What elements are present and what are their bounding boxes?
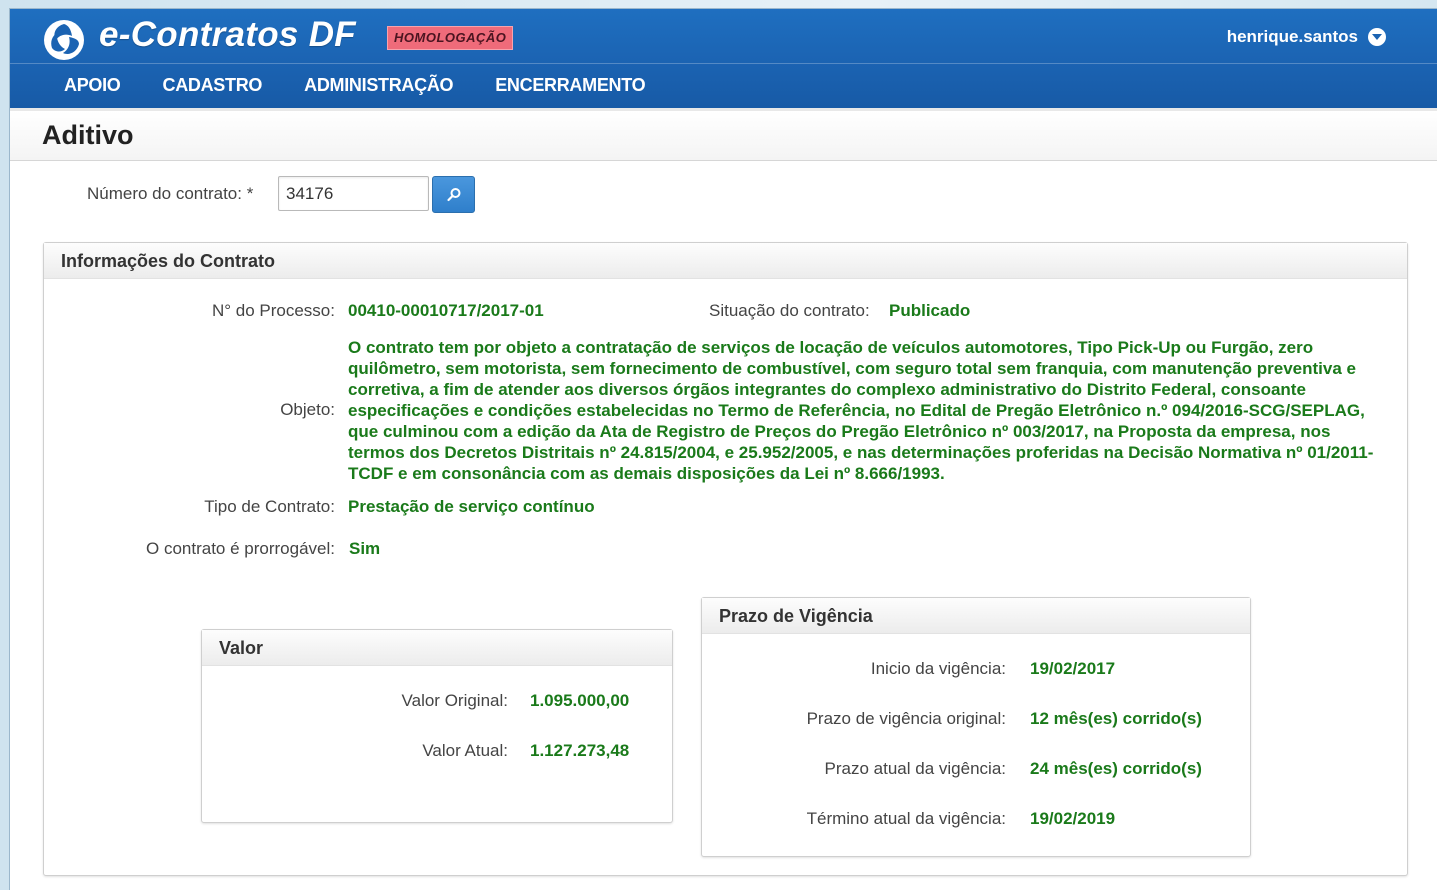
nav-item-administracao[interactable]: ADMINISTRAÇÃO: [283, 72, 474, 98]
chevron-down-circle-icon[interactable]: [1368, 28, 1386, 46]
header-divider: [10, 63, 1437, 64]
prazo-atual-value: 24 mês(es) corrido(s): [1030, 759, 1202, 778]
prazo-original-label: Prazo de vigência original:: [806, 709, 1006, 728]
prazo-atual-label: Prazo atual da vigência:: [824, 759, 1006, 778]
valor-atual-label: Valor Atual:: [422, 741, 508, 760]
termino-vigencia-value: 19/02/2019: [1030, 809, 1116, 828]
nav-item-apoio[interactable]: APOIO: [43, 72, 142, 98]
situacao-value: Publicado: [889, 301, 971, 320]
prazo-vigencia-panel: Prazo de Vigência Inicio da vigência: 19…: [701, 597, 1251, 857]
nav-item-cadastro[interactable]: CADASTRO: [142, 72, 284, 98]
valor-original-value: 1.095.000,00: [530, 691, 630, 710]
prorrogavel-label: O contrato é prorrogável:: [146, 539, 335, 558]
app-header: e-Contratos DF HOMOLOGAÇÃO henrique.sant…: [10, 9, 1437, 108]
nav-item-encerramento[interactable]: ENCERRAMENTO: [474, 72, 666, 98]
termino-vigencia-label: Término atual da vigência:: [806, 809, 1006, 828]
environment-badge: HOMOLOGAÇÃO: [387, 26, 514, 50]
page-title-bar: Aditivo: [10, 108, 1437, 161]
page-title: Aditivo: [42, 120, 134, 150]
processo-value: 00410-00010717/2017-01: [348, 301, 544, 320]
inicio-vigencia-label: Inicio da vigência:: [870, 659, 1006, 678]
tipo-contrato-value: Prestação de serviço contínuo: [348, 497, 595, 516]
processo-label: N° do Processo:: [211, 301, 335, 320]
valor-atual-value: 1.127.273,48: [530, 741, 630, 760]
contract-number-label: Número do contrato: *: [87, 184, 254, 203]
user-name[interactable]: henrique.santos: [1227, 27, 1358, 47]
situacao-label: Situação do contrato:: [709, 301, 870, 320]
main-nav: APOIO CADASTRO ADMINISTRAÇÃO ENCERRAMENT…: [43, 72, 666, 98]
tipo-contrato-label: Tipo de Contrato:: [204, 497, 335, 516]
prazo-vigencia-panel-title: Prazo de Vigência: [702, 598, 1250, 634]
contract-info-panel-title: Informações do Contrato: [44, 243, 1407, 279]
app-title[interactable]: e-Contratos DF: [99, 15, 356, 55]
inicio-vigencia-value: 19/02/2017: [1030, 659, 1116, 678]
prorrogavel-value: Sim: [349, 539, 381, 558]
search-button[interactable]: [432, 176, 475, 213]
valor-panel: Valor Valor Original: 1.095.000,00 Valor…: [201, 629, 673, 823]
objeto-value: O contrato tem por objeto a contratação …: [348, 338, 1374, 483]
valor-original-label: Valor Original:: [401, 691, 508, 710]
contract-info-panel: Informações do Contrato N° do Processo: …: [43, 242, 1408, 876]
e-contratos-logo-icon[interactable]: [42, 18, 86, 62]
objeto-label: Objeto:: [280, 400, 335, 419]
user-menu[interactable]: henrique.santos: [1227, 27, 1386, 47]
prazo-original-value: 12 mês(es) corrido(s): [1030, 709, 1202, 728]
search-icon: [447, 188, 461, 202]
valor-panel-title: Valor: [202, 630, 672, 666]
app-window: e-Contratos DF HOMOLOGAÇÃO henrique.sant…: [9, 8, 1437, 890]
contract-number-input[interactable]: [278, 176, 429, 211]
